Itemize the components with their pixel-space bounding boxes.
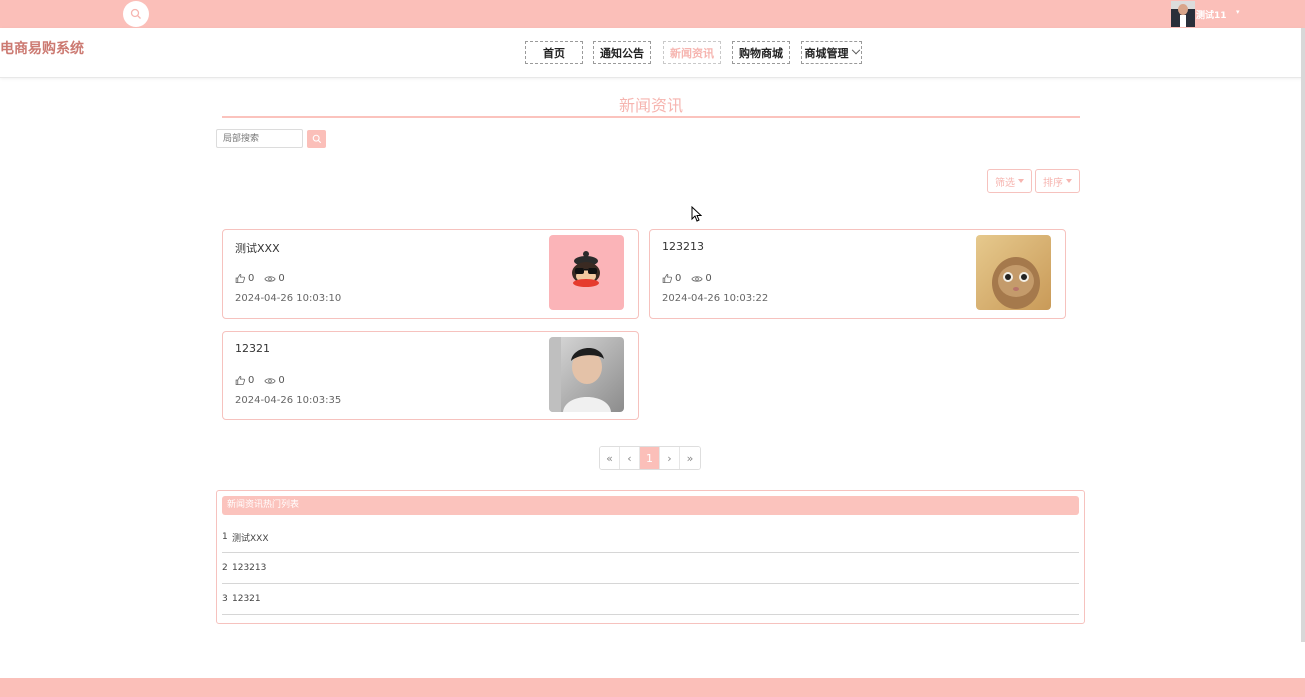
caret-down-icon[interactable]: ▾ bbox=[1236, 8, 1240, 16]
search-icon bbox=[312, 134, 321, 144]
chevron-down-icon bbox=[851, 45, 860, 54]
username[interactable]: 测试11 bbox=[1196, 8, 1227, 21]
nav-item-notices[interactable]: 通知公告 bbox=[593, 41, 651, 64]
view-count: 0 bbox=[278, 273, 285, 284]
hot-news-list: 新闻资讯热门列表 1 测试XXX 2 123213 3 12321 bbox=[216, 490, 1085, 624]
hot-news-title: 新闻资讯热门列表 bbox=[222, 496, 1079, 515]
sort-button[interactable]: 排序 bbox=[1035, 169, 1080, 193]
thumbs-up-icon bbox=[662, 273, 672, 284]
filter-button[interactable]: 筛选 bbox=[987, 169, 1032, 193]
like-count: 0 bbox=[248, 273, 255, 284]
avatar[interactable] bbox=[1171, 1, 1195, 27]
footer bbox=[0, 678, 1305, 697]
news-card-stats: 0 0 bbox=[235, 375, 285, 386]
page-first-button[interactable]: « bbox=[600, 447, 620, 469]
page-prev-button[interactable]: ‹ bbox=[620, 447, 640, 469]
cat-photo[interactable] bbox=[976, 235, 1051, 310]
news-card[interactable]: 123213 0 0 2024-04-26 10:03:22 bbox=[649, 229, 1066, 319]
cartoon-monkey-image[interactable] bbox=[549, 235, 624, 310]
search-icon[interactable] bbox=[123, 1, 149, 27]
page-current[interactable]: 1 bbox=[640, 447, 660, 469]
title-divider bbox=[222, 116, 1080, 118]
news-card-title[interactable]: 12321 bbox=[235, 342, 270, 355]
pagination: « ‹ 1 › » bbox=[599, 446, 701, 470]
view-count: 0 bbox=[705, 273, 712, 284]
page-next-button[interactable]: › bbox=[660, 447, 680, 469]
mouse-cursor-icon bbox=[691, 205, 703, 226]
news-card[interactable]: 12321 0 0 2024-04-26 10:03:35 bbox=[222, 331, 639, 420]
page-title: 新闻资讯 bbox=[618, 96, 683, 115]
news-card-stats: 0 0 bbox=[235, 273, 285, 284]
news-card-title[interactable]: 测试XXX bbox=[235, 240, 280, 256]
search-button[interactable] bbox=[307, 130, 326, 148]
like-count: 0 bbox=[248, 375, 255, 386]
news-card-date: 2024-04-26 10:03:10 bbox=[235, 293, 342, 304]
header: 电商易购系统 首页 通知公告 新闻资讯 购物商城 商城管理 bbox=[0, 28, 1305, 78]
scrollbar[interactable] bbox=[1301, 28, 1305, 642]
nav-item-home[interactable]: 首页 bbox=[525, 41, 583, 64]
news-card[interactable]: 测试XXX 0 0 2024-04-26 10:03:10 bbox=[222, 229, 639, 319]
news-card-date: 2024-04-26 10:03:22 bbox=[662, 293, 769, 304]
news-card-stats: 0 0 bbox=[662, 273, 712, 284]
news-card-date: 2024-04-26 10:03:35 bbox=[235, 395, 342, 406]
eye-icon bbox=[691, 275, 703, 282]
thumbs-up-icon bbox=[235, 375, 245, 386]
nav-item-news[interactable]: 新闻资讯 bbox=[663, 41, 721, 64]
thumbs-up-icon bbox=[235, 273, 245, 284]
page-last-button[interactable]: » bbox=[680, 447, 700, 469]
view-count: 0 bbox=[278, 375, 285, 386]
caret-down-icon bbox=[1018, 179, 1024, 183]
news-card-title[interactable]: 123213 bbox=[662, 240, 704, 253]
eye-icon bbox=[264, 275, 276, 282]
search-input[interactable] bbox=[216, 129, 303, 148]
nav-item-management[interactable]: 商城管理 bbox=[801, 41, 862, 64]
list-item[interactable]: 3 12321 bbox=[222, 584, 1079, 615]
person-photo[interactable] bbox=[549, 337, 624, 412]
top-bar: 测试11 ▾ bbox=[0, 0, 1305, 28]
eye-icon bbox=[264, 377, 276, 384]
list-item[interactable]: 2 123213 bbox=[222, 553, 1079, 584]
list-item[interactable]: 1 测试XXX bbox=[222, 522, 1079, 553]
nav-item-shop[interactable]: 购物商城 bbox=[732, 41, 790, 64]
caret-down-icon bbox=[1066, 179, 1072, 183]
like-count: 0 bbox=[675, 273, 682, 284]
main-nav: 首页 通知公告 新闻资讯 购物商城 商城管理 bbox=[0, 41, 1305, 65]
